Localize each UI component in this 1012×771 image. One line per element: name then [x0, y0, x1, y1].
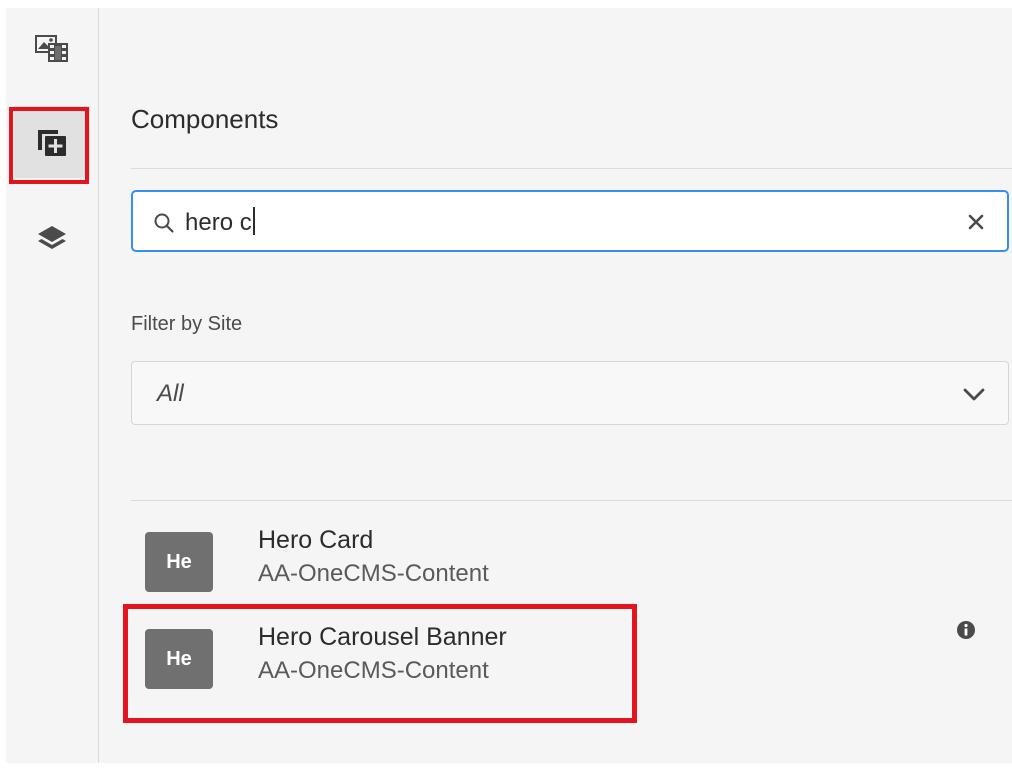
panel-title: Components — [131, 104, 279, 134]
search-icon — [154, 213, 174, 233]
component-group: AA-OneCMS-Content — [258, 560, 489, 587]
site-filter-dropdown[interactable]: All — [131, 361, 1009, 425]
component-item-hero-card[interactable]: He Hero Card AA-OneCMS-Content — [131, 524, 951, 614]
component-item-hero-carousel-banner[interactable]: He Hero Carousel Banner AA-OneCMS-Conten… — [131, 621, 951, 711]
info-icon[interactable] — [956, 620, 976, 640]
side-panel: Components hero c Filter by Site All He … — [6, 8, 1012, 763]
add-component-icon — [38, 130, 66, 156]
search-input[interactable]: hero c — [131, 190, 1009, 252]
assets-icon — [35, 35, 68, 62]
components-tab[interactable] — [14, 106, 90, 178]
side-rail — [6, 8, 99, 763]
component-badge: He — [145, 532, 213, 592]
site-filter-value: All — [157, 380, 184, 407]
filter-label: Filter by Site — [131, 313, 243, 335]
text-caret — [252, 207, 255, 235]
chevron-down-icon — [963, 388, 985, 401]
layers-icon — [38, 226, 66, 249]
clear-icon[interactable] — [965, 211, 987, 233]
component-title: Hero Card — [258, 526, 374, 554]
component-badge: He — [145, 629, 213, 689]
title-divider — [131, 168, 1012, 169]
layers-tab[interactable] — [14, 204, 90, 276]
component-title: Hero Carousel Banner — [258, 623, 507, 651]
search-value: hero c — [185, 209, 252, 236]
component-group: AA-OneCMS-Content — [258, 657, 489, 684]
assets-tab[interactable] — [14, 12, 90, 84]
results-divider — [131, 500, 1012, 501]
search-text-wrap: hero c — [185, 207, 255, 237]
